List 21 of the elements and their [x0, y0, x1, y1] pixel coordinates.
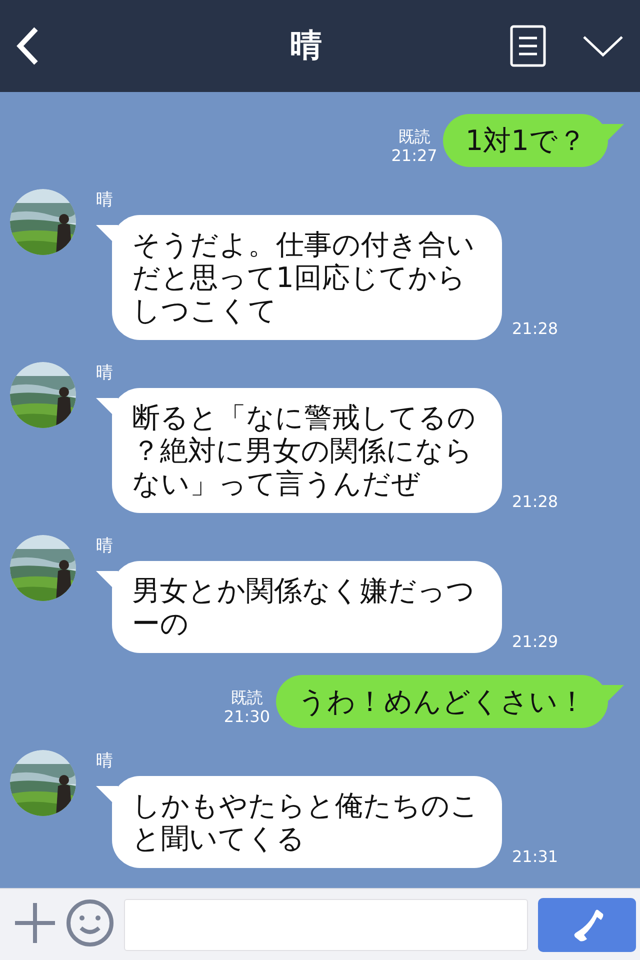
call-button[interactable] — [538, 898, 636, 952]
sender-name: 晴 — [96, 535, 114, 557]
message-time: 21:27 — [391, 146, 438, 165]
plus-icon — [14, 902, 56, 944]
message-time: 21:28 — [512, 492, 558, 511]
message-time: 21:28 — [512, 319, 558, 338]
chevron-down-icon — [582, 34, 624, 58]
sender-name: 晴 — [96, 362, 114, 384]
collapse-button[interactable] — [582, 34, 624, 58]
message-input[interactable] — [124, 898, 528, 950]
message-time: 21:29 — [512, 632, 558, 651]
message-time: 21:30 — [224, 707, 270, 726]
chat-title: 晴 — [289, 25, 323, 66]
smiley-icon — [66, 899, 114, 947]
read-receipt: 既読 — [230, 688, 264, 707]
menu-icon — [510, 25, 546, 67]
menu-button[interactable] — [510, 25, 546, 67]
sender-name: 晴 — [96, 750, 114, 772]
read-receipt: 既読 — [397, 127, 432, 146]
sender-name: 晴 — [96, 189, 114, 211]
message-time: 21:31 — [512, 847, 558, 866]
